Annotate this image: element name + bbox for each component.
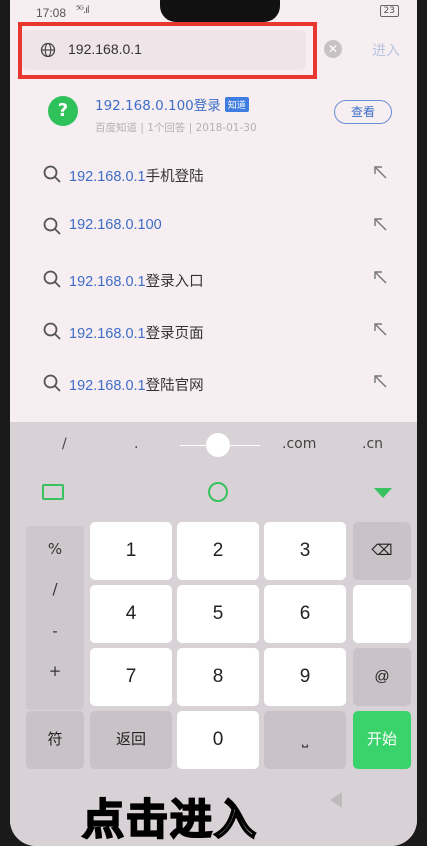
fill-arrow-icon[interactable] [372, 269, 388, 285]
key-2[interactable]: 2 [177, 522, 259, 580]
key-space[interactable]: ⎵ [264, 711, 346, 769]
suggestion-highlight: 192.168.0.1 [69, 169, 146, 185]
qa-title: 192.168.0.100登录 知道 [95, 94, 249, 114]
signal-icon: ⁵ᴳ.ıl [76, 5, 90, 16]
keyboard: / . .com .cn % / - + 1 2 3 ⌫ 4 5 6 7 8 9… [10, 422, 417, 846]
fill-arrow-icon[interactable] [372, 321, 388, 337]
suggestion-rest: 登录入口 [145, 274, 204, 290]
key-at[interactable]: @ [353, 648, 411, 706]
hide-keyboard-icon[interactable] [374, 488, 392, 498]
key-1[interactable]: 1 [90, 522, 172, 580]
suggestion-highlight: 192.168.0.1 [69, 274, 146, 290]
key-slash[interactable]: / [62, 436, 67, 452]
suggestion-item[interactable]: 192.168.0.1登录页面 [10, 307, 417, 359]
suggestion-item[interactable]: 192.168.0.1登陆官网 [10, 359, 417, 411]
battery-icon: 23 [379, 5, 399, 17]
search-icon [43, 217, 61, 235]
suggestion-item[interactable]: 192.168.0.1手机登陆 [10, 150, 417, 202]
keyboard-switch-icon[interactable] [42, 484, 64, 500]
suggestion-text: 192.168.0.1登陆官网 [69, 374, 204, 395]
key-3[interactable]: 3 [264, 522, 346, 580]
key-com[interactable]: .com [282, 436, 316, 452]
key-symbols[interactable]: 符 [26, 711, 84, 769]
nav-back-icon[interactable] [330, 792, 342, 808]
key-5[interactable]: 5 [177, 585, 259, 643]
start-button[interactable]: 开始 [353, 711, 411, 769]
qa-suggestion[interactable]: ? 192.168.0.100登录 知道 百度知道 | 1个回答 | 2018-0… [10, 84, 417, 140]
keyboard-tool-row [10, 468, 417, 516]
suggestion-rest: 手机登陆 [145, 169, 204, 185]
suggestion-item[interactable]: 192.168.0.100 [10, 202, 417, 254]
status-time: 17:08 [36, 6, 67, 20]
suggestion-highlight: 192.168.0.100 [69, 217, 162, 233]
key-back[interactable]: 返回 [90, 711, 172, 769]
status-bar: 17:08 ⁵ᴳ.ıl 23 [10, 0, 417, 24]
key-9[interactable]: 9 [264, 648, 346, 706]
search-icon [43, 374, 61, 392]
key-4[interactable]: 4 [90, 585, 172, 643]
clear-icon[interactable]: ✕ [324, 40, 342, 58]
qa-meta: 百度知道 | 1个回答 | 2018-01-30 [95, 122, 257, 134]
search-icon [43, 165, 61, 183]
key-8[interactable]: 8 [177, 648, 259, 706]
suggestion-text: 192.168.0.1登录入口 [69, 270, 204, 291]
qa-tag: 知道 [224, 97, 249, 112]
key-slash-2[interactable]: / [26, 580, 84, 598]
key-6[interactable]: 6 [264, 585, 346, 643]
qa-title-text: 192.168.0.100登录 [95, 98, 221, 114]
phone-screen: 17:08 ⁵ᴳ.ıl 23 192.168.0.1 ✕ 进入 ? 192.16… [10, 0, 417, 846]
keyboard-shortcut-row: / . .com .cn [10, 422, 417, 468]
emoji-icon[interactable] [208, 482, 228, 502]
fill-arrow-icon[interactable] [372, 216, 388, 232]
suggestion-text: 192.168.0.100 [69, 217, 162, 233]
cursor-slider[interactable] [206, 433, 230, 457]
url-highlight-box [18, 22, 317, 79]
suggestion-rest: 登陆官网 [145, 378, 204, 394]
suggestion-item[interactable]: 192.168.0.1登录入口 [10, 255, 417, 307]
view-button[interactable]: 查看 [334, 100, 392, 124]
suggestion-text: 192.168.0.1手机登陆 [69, 165, 204, 186]
suggestion-highlight: 192.168.0.1 [69, 326, 146, 342]
suggestion-rest: 登录页面 [145, 326, 204, 342]
key-plus[interactable]: + [26, 662, 84, 680]
key-7[interactable]: 7 [90, 648, 172, 706]
video-subtitle: 点击进入 [81, 794, 259, 845]
key-minus[interactable]: - [26, 622, 84, 640]
fill-arrow-icon[interactable] [372, 373, 388, 389]
search-icon [43, 270, 61, 288]
symbol-column: % / - + [26, 526, 84, 710]
suggestion-text: 192.168.0.1登录页面 [69, 322, 204, 343]
search-icon [43, 322, 61, 340]
key-0[interactable]: 0 [177, 711, 259, 769]
question-icon: ? [48, 96, 78, 126]
enter-button[interactable]: 进入 [372, 40, 400, 60]
camera-notch [160, 0, 280, 22]
key-dot[interactable]: . [134, 436, 138, 452]
fill-arrow-icon[interactable] [372, 164, 388, 180]
key-percent[interactable]: % [26, 540, 84, 558]
backspace-icon[interactable]: ⌫ [353, 522, 411, 580]
key-empty[interactable] [353, 585, 411, 643]
status-right: 23 [376, 5, 399, 17]
suggestion-highlight: 192.168.0.1 [69, 378, 146, 394]
key-cn[interactable]: .cn [362, 436, 383, 452]
